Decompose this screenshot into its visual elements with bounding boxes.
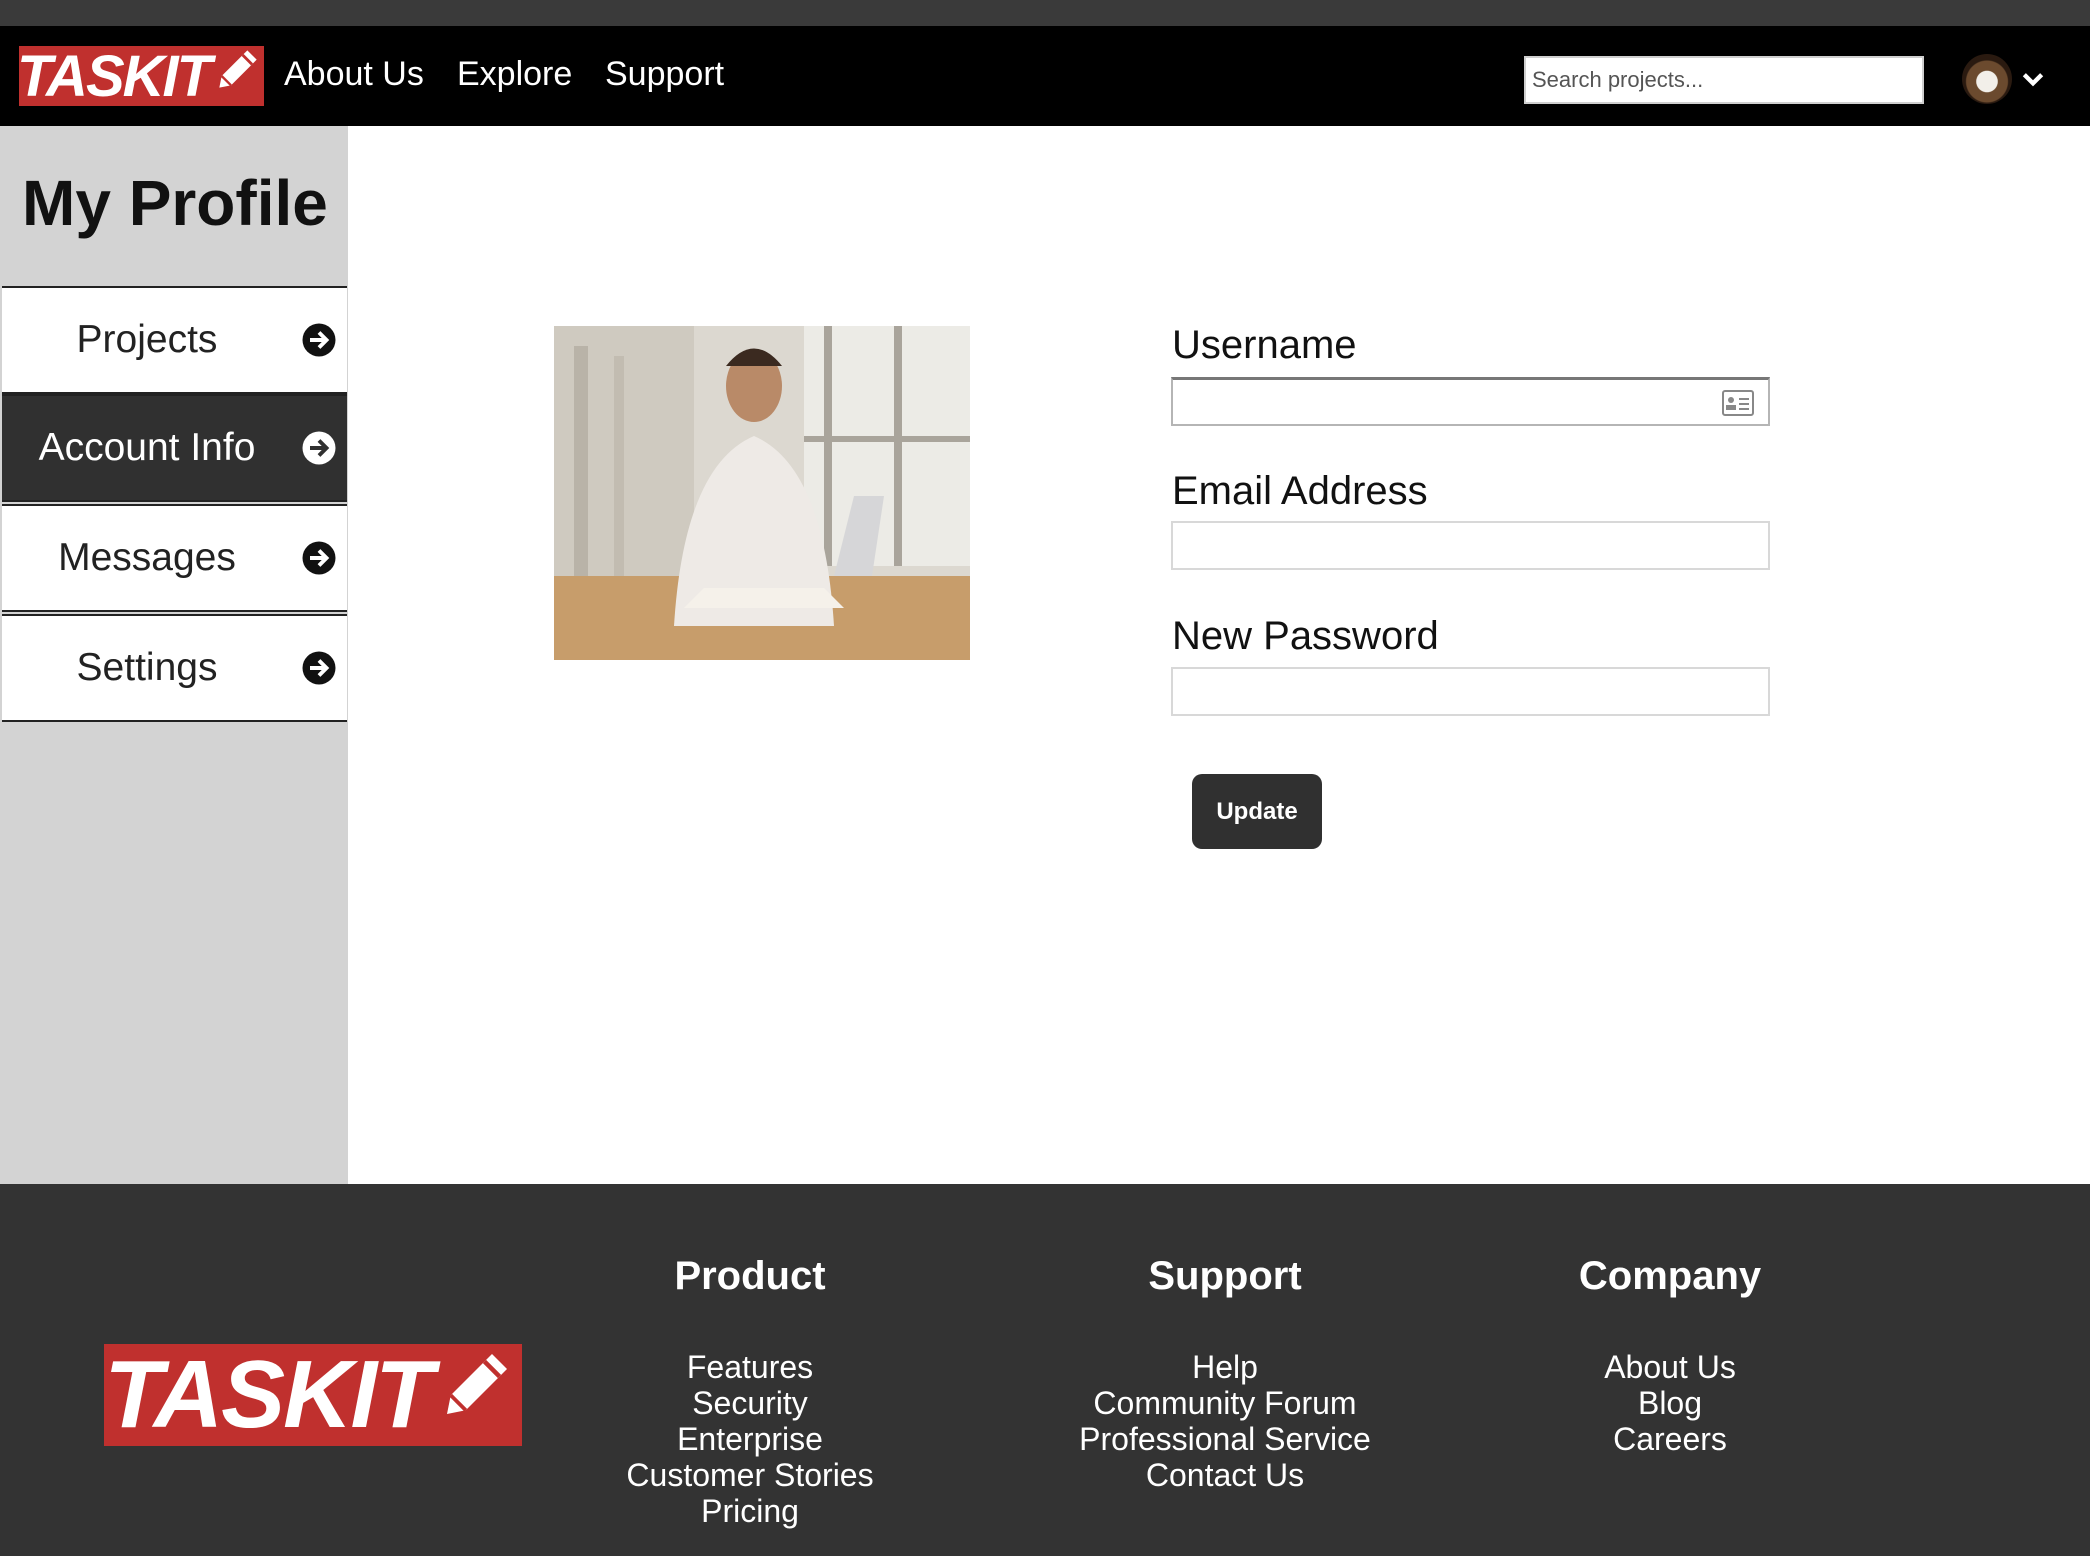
contact-card-icon — [1722, 390, 1754, 416]
sidebar-item-label: Projects — [76, 318, 218, 361]
footer-heading: Product — [674, 1254, 826, 1298]
arrow-circle-right-icon — [302, 323, 336, 357]
footer-heading: Company — [1578, 1254, 1762, 1298]
sidebar-item-label: Messages — [58, 536, 236, 579]
nav-link-about-us[interactable]: About Us — [284, 52, 424, 96]
footer-link-careers[interactable]: Careers — [1520, 1421, 1820, 1457]
footer-link-pricing[interactable]: Pricing — [600, 1493, 900, 1529]
site-footer: TASKIT Product Features Security Enterpr… — [0, 1184, 2090, 1556]
update-button[interactable]: Update — [1192, 774, 1322, 849]
footer-link-contact-us[interactable]: Contact Us — [1060, 1457, 1390, 1493]
footer-taskit-logo[interactable]: TASKIT — [104, 1341, 522, 1448]
new-password-field[interactable] — [1171, 667, 1770, 716]
profile-sidebar: My Profile Projects Account Info Message… — [0, 126, 348, 1184]
footer-link-features[interactable]: Features — [600, 1349, 900, 1385]
username-field[interactable] — [1171, 377, 1770, 426]
email-label: Email Address — [1172, 469, 1428, 513]
arrow-circle-right-icon — [302, 541, 336, 575]
footer-column-product: Product Features Security Enterprise Cus… — [600, 1254, 900, 1529]
arrow-circle-right-icon — [302, 651, 336, 685]
logo-text: TASKIT — [104, 1341, 434, 1448]
footer-link-customer-stories[interactable]: Customer Stories — [600, 1457, 900, 1493]
nav-link-support[interactable]: Support — [605, 52, 724, 96]
nav-link-explore[interactable]: Explore — [457, 52, 572, 96]
taskit-logo[interactable]: TASKIT — [17, 44, 264, 109]
new-password-label: New Password — [1172, 614, 1439, 658]
username-label: Username — [1172, 323, 1357, 367]
profile-photo — [554, 326, 970, 660]
footer-link-about-us[interactable]: About Us — [1520, 1349, 1820, 1385]
footer-column-support: Support Help Community Forum Professiona… — [1060, 1254, 1390, 1493]
chevron-down-icon[interactable] — [2020, 66, 2046, 92]
footer-link-enterprise[interactable]: Enterprise — [600, 1421, 900, 1457]
user-avatar[interactable] — [1962, 54, 2012, 104]
sidebar-item-settings[interactable]: Settings — [2, 614, 347, 722]
footer-link-professional-service[interactable]: Professional Service — [1060, 1421, 1390, 1457]
sidebar-item-account-info[interactable]: Account Info — [2, 394, 347, 502]
footer-link-help[interactable]: Help — [1060, 1349, 1390, 1385]
pencil-icon — [210, 41, 266, 111]
footer-column-company: Company About Us Blog Careers — [1520, 1254, 1820, 1457]
logo-text: TASKIT — [16, 43, 212, 109]
search-projects-input[interactable] — [1524, 56, 1924, 104]
sidebar-item-label: Settings — [76, 646, 218, 689]
footer-link-blog[interactable]: Blog — [1520, 1385, 1820, 1421]
footer-heading: Support — [1148, 1254, 1302, 1298]
browser-toolbar-strip — [0, 0, 2090, 26]
sidebar-item-label: Account Info — [38, 426, 256, 469]
arrow-circle-right-icon — [302, 431, 336, 465]
sidebar-item-messages[interactable]: Messages — [2, 504, 347, 612]
email-field[interactable] — [1171, 521, 1770, 570]
footer-link-community-forum[interactable]: Community Forum — [1060, 1385, 1390, 1421]
sidebar-title: My Profile — [22, 167, 328, 239]
footer-link-security[interactable]: Security — [600, 1385, 900, 1421]
top-navbar: TASKIT About Us Explore Support — [0, 26, 2090, 126]
sidebar-item-projects[interactable]: Projects — [2, 286, 347, 394]
pencil-icon — [432, 1339, 522, 1452]
